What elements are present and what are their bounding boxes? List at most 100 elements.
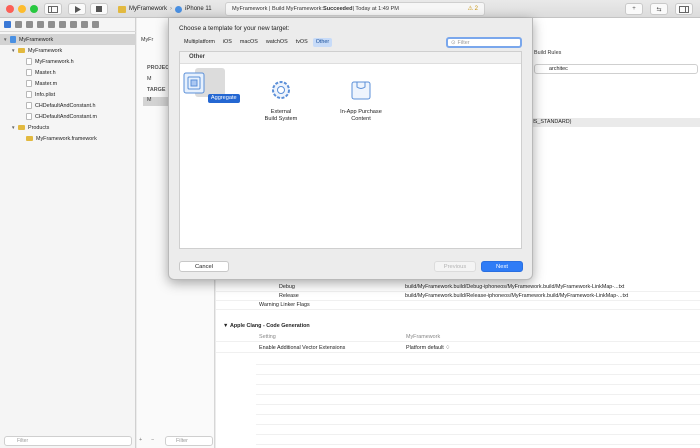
template-filter-placeholder: Filter xyxy=(457,39,470,46)
toolbar: MyFramework › iPhone 11 MyFramework | Bu… xyxy=(0,0,700,18)
release-value[interactable]: build/MyFramework.build/Release-iphoneos… xyxy=(405,293,628,299)
tree-row-label: CHDefaultAndConstant.m xyxy=(35,113,98,120)
report-icon[interactable] xyxy=(92,21,99,28)
close-window-button[interactable] xyxy=(6,5,14,13)
previous-button[interactable]: Previous xyxy=(434,261,476,272)
tree-row-label: CHDefaultAndConstant.h xyxy=(35,102,96,109)
arrows-icon: ⇆ xyxy=(656,6,662,13)
stop-icon xyxy=(96,6,102,12)
new-target-sheet: Choose a template for your new target: M… xyxy=(168,18,533,280)
aggregate-icon xyxy=(183,72,205,94)
scheme-selector[interactable]: MyFramework › iPhone 11 xyxy=(118,3,212,15)
tree-row-label: Products xyxy=(28,124,50,131)
template-aggregate[interactable]: Aggregate xyxy=(174,71,248,103)
tree-row[interactable]: MyFramework.framework xyxy=(0,133,136,144)
play-icon xyxy=(74,5,81,13)
issue-icon[interactable] xyxy=(48,21,55,28)
target-filter-input[interactable]: Filter xyxy=(165,436,213,446)
run-button[interactable] xyxy=(68,3,86,15)
symbol-icon[interactable] xyxy=(26,21,33,28)
cancel-button[interactable]: Cancel xyxy=(179,261,229,272)
tree-row[interactable]: Master.m xyxy=(0,78,136,89)
platform-tab-macos[interactable]: macOS xyxy=(237,38,261,47)
activity-project: MyFramework | Build MyFramework: xyxy=(232,6,323,12)
sidebar-toggle-button[interactable] xyxy=(44,3,62,15)
folder-icon[interactable] xyxy=(4,21,11,28)
build-rules-tab[interactable]: Build Rules xyxy=(534,50,561,56)
targets-section-header: TARGE xyxy=(147,87,166,93)
inspector-toggle-button[interactable] xyxy=(675,3,693,15)
editor-tab-label[interactable]: MyFr xyxy=(141,37,153,43)
empty-row xyxy=(256,396,700,405)
tree-row[interactable]: CHDefaultAndConstant.h xyxy=(0,100,136,111)
disclosure-triangle-icon[interactable]: ▼ xyxy=(11,48,17,53)
minimize-window-button[interactable] xyxy=(18,5,26,13)
template-label: External Build System xyxy=(264,109,298,122)
empty-row xyxy=(256,426,700,435)
tree-row-label: MyFramework.h xyxy=(35,58,74,65)
tree-row[interactable]: ▼ MyFramework xyxy=(0,34,136,45)
template-grid: Other Aggregate External Build System In… xyxy=(179,51,522,249)
breakpoint-icon[interactable] xyxy=(81,21,88,28)
tree-row[interactable]: Master.h xyxy=(0,67,136,78)
debug-icon[interactable] xyxy=(70,21,77,28)
add-target-button[interactable]: + xyxy=(139,437,142,443)
vector-extensions-value[interactable]: Platform default ♢ xyxy=(406,345,450,351)
settings-search-input[interactable]: architec xyxy=(534,64,698,74)
disclosure-triangle-icon[interactable]: ▼ xyxy=(3,37,9,42)
test-icon[interactable] xyxy=(59,21,66,28)
filter-placeholder: Filter xyxy=(17,438,29,444)
code-review-button[interactable]: ⇆ xyxy=(650,3,668,15)
stop-button[interactable] xyxy=(90,3,108,15)
template-label: In-App Purchase Content xyxy=(340,109,382,122)
project-section-header: PROJEC xyxy=(147,65,170,71)
project-item[interactable]: M xyxy=(147,76,152,82)
plus-icon: + xyxy=(632,6,636,12)
platform-tab-multiplatform[interactable]: Multiplatform xyxy=(181,38,218,47)
file-icon xyxy=(26,80,32,87)
platform-tab-tvos[interactable]: tvOS xyxy=(293,38,311,47)
framework-icon xyxy=(26,136,33,141)
navigator-filter-input[interactable]: Filter xyxy=(4,436,132,446)
section-disclosure-icon[interactable]: ▼ xyxy=(223,323,228,329)
filter-icon: ⊙ xyxy=(451,39,456,46)
empty-row xyxy=(256,386,700,395)
template-external-build-system[interactable]: External Build System xyxy=(244,71,318,123)
template-section-header: Other xyxy=(180,52,521,64)
search-value: architec xyxy=(549,66,568,72)
tree-row-label: MyFramework xyxy=(28,47,63,54)
next-button[interactable]: Next xyxy=(481,261,523,272)
warning-count: 2 xyxy=(474,6,478,12)
template-label: Aggregate xyxy=(207,94,240,103)
activity-status: Succeeded xyxy=(322,6,353,12)
remove-target-button[interactable]: − xyxy=(151,437,154,443)
file-icon xyxy=(26,91,32,98)
library-button[interactable]: + xyxy=(625,3,643,15)
section-title: Apple Clang - Code Generation xyxy=(230,323,310,329)
search-icon[interactable] xyxy=(37,21,44,28)
folder-icon xyxy=(18,48,25,53)
tree-row[interactable]: ▼ MyFramework xyxy=(0,45,136,56)
zoom-window-button[interactable] xyxy=(30,5,38,13)
platform-tabs: Multiplatform iOS macOS watchOS tvOS Other xyxy=(181,38,333,47)
file-icon xyxy=(26,102,32,109)
chevron-right-icon: › xyxy=(170,6,173,12)
source-control-icon[interactable] xyxy=(15,21,22,28)
activity-time: | Today at 1:49 PM xyxy=(352,6,399,12)
tree-row[interactable]: MyFramework.h xyxy=(0,56,136,67)
template-filter-input[interactable]: ⊙ Filter xyxy=(446,37,522,48)
release-label: Release xyxy=(279,293,299,299)
tree-row[interactable]: CHDefaultAndConstant.m xyxy=(0,111,136,122)
debug-value[interactable]: build/MyFramework.build/Debug-iphoneos/M… xyxy=(405,284,624,290)
tree-row-label: MyFramework.framework xyxy=(36,135,97,142)
warning-indicator[interactable]: ⚠ 2 xyxy=(468,5,478,12)
tree-row[interactable]: Info.plist xyxy=(0,89,136,100)
tree-row[interactable]: ▼ Products xyxy=(0,122,136,133)
activity-view: MyFramework | Build MyFramework: Succeed… xyxy=(225,2,485,16)
platform-tab-watchos[interactable]: watchOS xyxy=(263,38,291,47)
template-in-app-purchase-content[interactable]: In-App Purchase Content xyxy=(324,71,398,123)
platform-tab-other[interactable]: Other xyxy=(312,38,333,47)
platform-tab-ios[interactable]: iOS xyxy=(220,38,235,47)
package-icon xyxy=(351,81,371,100)
disclosure-triangle-icon[interactable]: ▼ xyxy=(11,125,17,130)
